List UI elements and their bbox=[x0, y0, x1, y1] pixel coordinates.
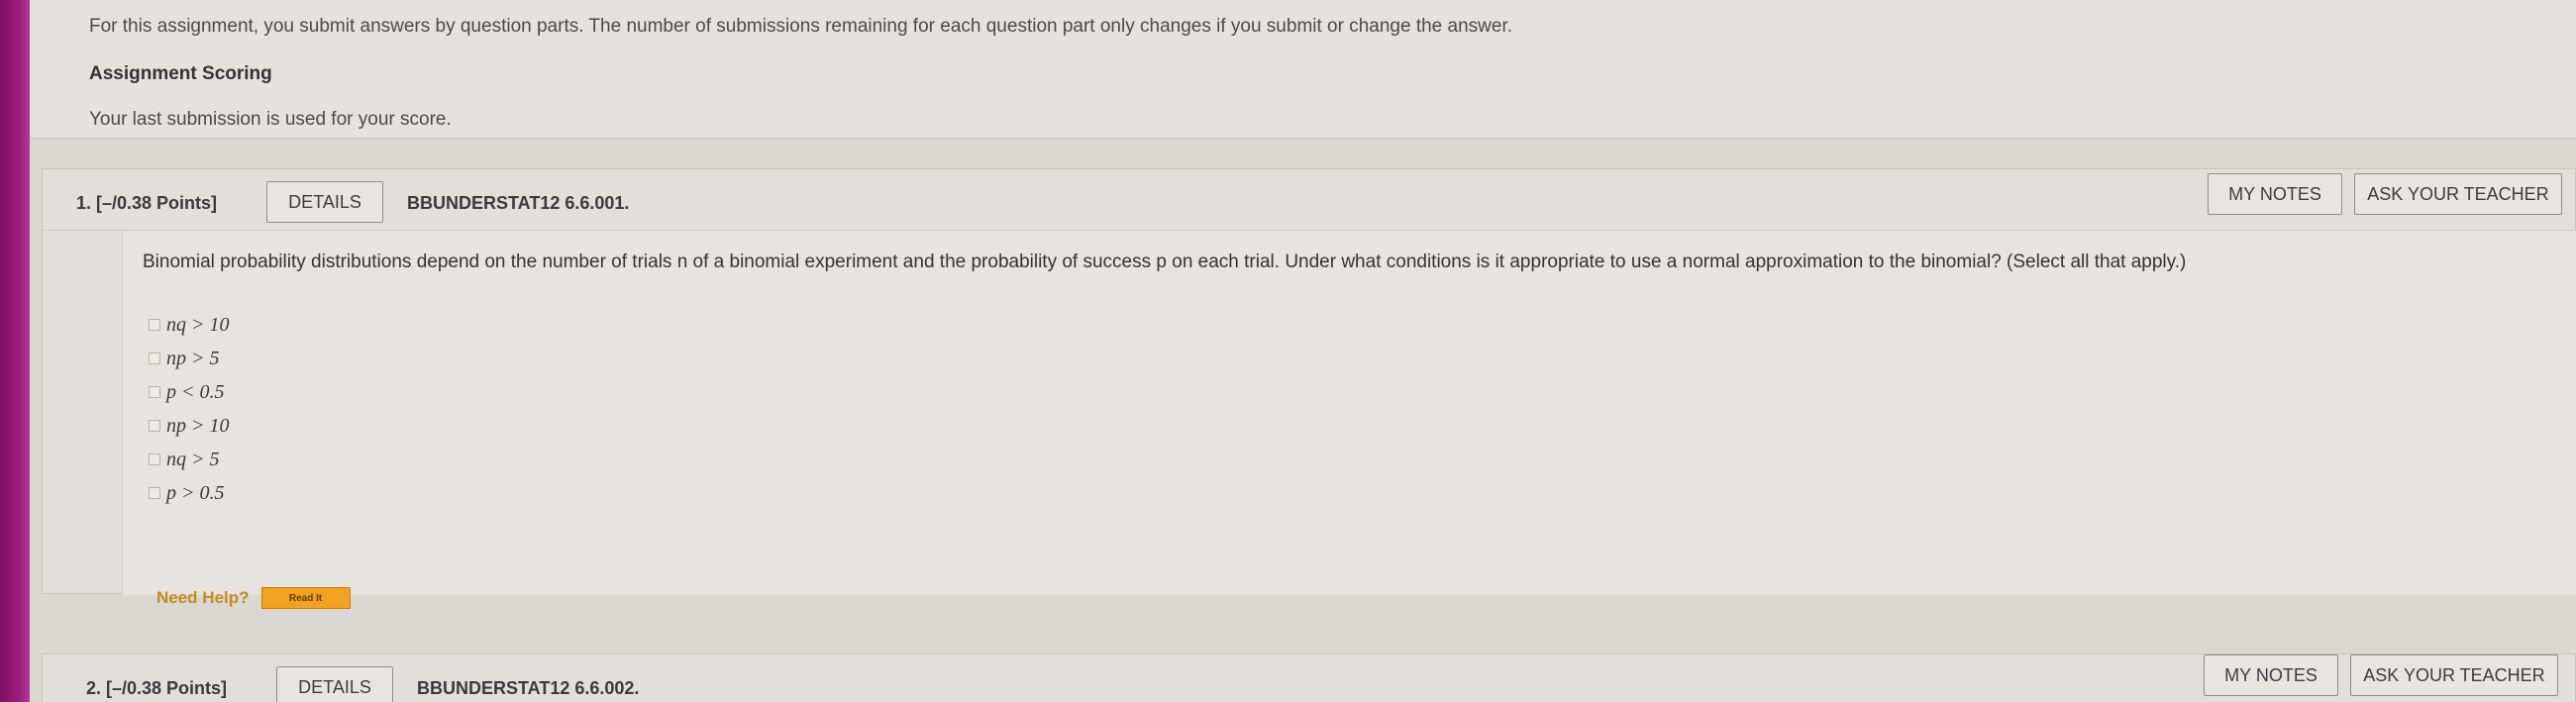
submission-info-text: For this assignment, you submit answers … bbox=[89, 16, 1513, 37]
question-code: BBUNDERSTAT12 6.6.002. bbox=[417, 678, 640, 698]
choice-nq-gt-10[interactable]: nq > 10 bbox=[143, 308, 230, 342]
ask-your-teacher-button[interactable]: ASK YOUR TEACHER bbox=[2354, 173, 2562, 215]
ask-your-teacher-button[interactable]: ASK YOUR TEACHER bbox=[2350, 654, 2558, 696]
details-button[interactable]: DETAILS bbox=[276, 666, 393, 702]
choice-np-gt-10[interactable]: np > 10 bbox=[143, 409, 230, 443]
question-2: 2. [–/0.38 Points] DETAILS BBUNDERSTAT12… bbox=[42, 653, 2576, 702]
question-prompt: Binomial probability distributions depen… bbox=[143, 251, 2187, 272]
my-notes-button[interactable]: MY NOTES bbox=[2204, 654, 2338, 696]
question-header: 1. [–/0.38 Points] DETAILS BBUNDERSTAT12… bbox=[43, 169, 2575, 231]
checkbox[interactable] bbox=[149, 420, 160, 432]
question-number-points: 1. [–/0.38 Points] bbox=[76, 193, 218, 213]
choice-label: nq > 10 bbox=[166, 313, 230, 336]
choice-np-gt-5[interactable]: np > 5 bbox=[143, 342, 230, 375]
question-body: Binomial probability distributions depen… bbox=[122, 231, 2576, 609]
answer-choices: nq > 10 np > 5 p < 0.5 np > 10 nq > 5 p … bbox=[143, 308, 230, 510]
checkbox[interactable] bbox=[149, 453, 160, 465]
question-code: BBUNDERSTAT12 6.6.001. bbox=[407, 193, 630, 213]
scoring-info-text: Your last submission is used for your sc… bbox=[89, 109, 452, 130]
choice-label: p < 0.5 bbox=[166, 380, 225, 403]
checkbox[interactable] bbox=[149, 319, 160, 331]
choice-label: np > 10 bbox=[166, 414, 230, 437]
choice-label: nq > 5 bbox=[166, 448, 220, 470]
need-help-label: Need Help? bbox=[156, 588, 250, 607]
choice-label: p > 0.5 bbox=[166, 481, 225, 504]
left-edge-strip bbox=[0, 0, 30, 702]
checkbox[interactable] bbox=[149, 386, 160, 398]
choice-label: np > 5 bbox=[166, 347, 220, 369]
need-help-section: Need Help? Read It bbox=[156, 587, 351, 609]
assignment-info: For this assignment, you submit answers … bbox=[30, 0, 2576, 139]
assignment-scoring-heading: Assignment Scoring bbox=[89, 63, 272, 84]
choice-p-gt-0-5[interactable]: p > 0.5 bbox=[143, 476, 230, 510]
details-button[interactable]: DETAILS bbox=[266, 181, 383, 223]
question-number-points: 2. [–/0.38 Points] bbox=[86, 678, 228, 698]
read-it-button[interactable]: Read It bbox=[260, 587, 351, 609]
choice-p-lt-0-5[interactable]: p < 0.5 bbox=[143, 375, 230, 409]
question-1: 1. [–/0.38 Points] DETAILS BBUNDERSTAT12… bbox=[42, 168, 2576, 609]
choice-nq-gt-5[interactable]: nq > 5 bbox=[143, 443, 230, 476]
checkbox[interactable] bbox=[149, 352, 160, 364]
checkbox[interactable] bbox=[149, 487, 160, 499]
my-notes-button[interactable]: MY NOTES bbox=[2208, 173, 2342, 215]
